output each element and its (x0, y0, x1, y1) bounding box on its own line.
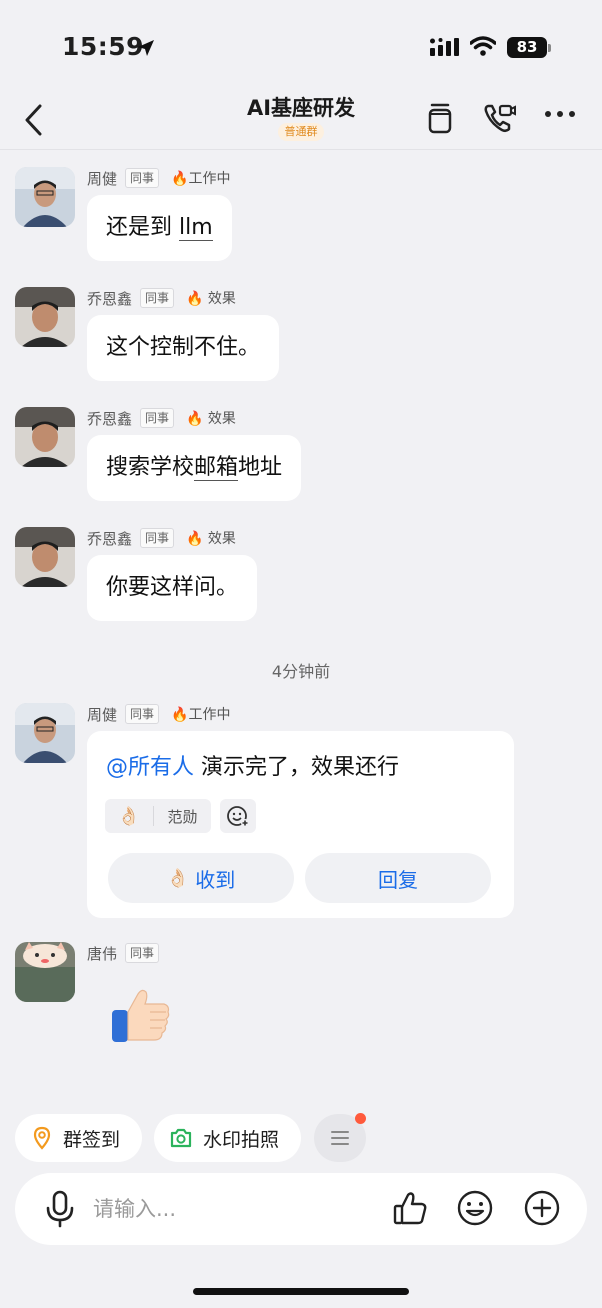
emoji-icon[interactable] (456, 1189, 494, 1227)
colleague-tag: 同事 (140, 408, 175, 428)
more-menu-icon[interactable] (544, 110, 576, 118)
status-time: 15:59 (62, 32, 145, 61)
notification-dot (355, 1113, 366, 1124)
message-text: 搜索学校 (106, 455, 195, 480)
avatar[interactable] (15, 703, 75, 763)
stacked-docs-icon[interactable] (426, 100, 454, 136)
colleague-tag: 同事 (125, 704, 160, 724)
status-bar: 15:59 83 (0, 0, 602, 92)
battery-indicator: 83 (507, 37, 547, 58)
location-arrow-icon (138, 40, 154, 56)
status-label: 🔥 效果 (186, 531, 236, 547)
add-reaction-button[interactable] (220, 799, 256, 833)
ok-hand-icon: 👌🏻 (117, 805, 141, 827)
mention-all[interactable]: @所有人 (106, 755, 194, 780)
sender-info: 周健 同事 🔥工作中 (87, 167, 230, 189)
avatar[interactable] (15, 942, 75, 1002)
card-text: @所有人 演示完了，效果还行 (106, 749, 399, 781)
message-link[interactable]: llm (179, 215, 213, 241)
chat-header: AI基座研发 普通群 (0, 92, 602, 150)
sender-info: 乔恩鑫 同事 🔥 效果 (87, 407, 236, 429)
message-text-after: 地址 (238, 455, 283, 480)
reaction-chip[interactable]: 👌🏻 范勋 (105, 799, 211, 833)
message-item: 乔恩鑫 同事 🔥 效果 你要这样问。 (0, 527, 602, 627)
avatar[interactable] (15, 407, 75, 467)
message-input-bar: 请输入... (15, 1173, 587, 1245)
sender-info: 唐伟 同事 (87, 942, 160, 964)
message-bubble[interactable]: 这个控制不住。 (87, 315, 280, 381)
avatar[interactable] (15, 527, 75, 587)
sender-name[interactable]: 周健 (87, 704, 117, 725)
status-label: 🔥工作中 (171, 171, 231, 187)
plus-circle-icon[interactable] (523, 1189, 561, 1227)
call-video-icon[interactable] (482, 100, 518, 136)
sender-name[interactable]: 唐伟 (87, 943, 117, 964)
status-label: 🔥 效果 (186, 291, 236, 307)
location-pin-icon (33, 1126, 51, 1150)
microphone-icon[interactable] (43, 1190, 77, 1228)
card-body: 演示完了，效果还行 (194, 755, 400, 780)
message-text: 这个控制不住。 (106, 335, 261, 360)
watermark-photo-label: 水印拍照 (203, 1128, 280, 1151)
time-divider: 4分钟前 (271, 662, 331, 681)
message-text: 你要这样问。 (106, 575, 239, 600)
announcement-card[interactable]: @所有人 演示完了，效果还行 👌🏻 范勋 👌🏻 收到 回复 (87, 731, 514, 918)
list-menu-icon (331, 1131, 349, 1145)
message-text: 还是到 (106, 215, 179, 240)
status-label: 🔥 效果 (186, 411, 236, 427)
message-item: 周健 同事 🔥工作中 @所有人 演示完了，效果还行 👌🏻 范勋 👌🏻 收到 回复 (0, 703, 602, 918)
received-label: 收到 (195, 867, 236, 892)
message-link[interactable]: 邮箱 (194, 455, 239, 481)
wifi-icon (470, 36, 496, 56)
sender-info: 乔恩鑫 同事 🔥 效果 (87, 287, 236, 309)
sender-name[interactable]: 乔恩鑫 (87, 408, 132, 429)
status-label: 🔥工作中 (171, 707, 231, 723)
sender-name[interactable]: 周健 (87, 168, 117, 189)
colleague-tag: 同事 (140, 528, 175, 548)
colleague-tag: 同事 (125, 943, 160, 963)
battery-cap (548, 44, 551, 52)
watermark-photo-button[interactable]: 水印拍照 (154, 1114, 301, 1162)
quick-actions-bar: 群签到 水印拍照 (0, 1113, 602, 1162)
cellular-signal-icon (430, 38, 459, 56)
sender-info: 周健 同事 🔥工作中 (87, 703, 230, 725)
group-checkin-button[interactable]: 群签到 (15, 1114, 142, 1162)
sender-info: 乔恩鑫 同事 🔥 效果 (87, 527, 236, 549)
received-button[interactable]: 👌🏻 收到 (108, 853, 294, 903)
camera-icon (170, 1128, 192, 1148)
avatar[interactable] (15, 287, 75, 347)
message-bubble[interactable]: 还是到 llm (87, 195, 232, 261)
message-bubble[interactable]: 你要这样问。 (87, 555, 258, 621)
thumbs-up-sticker-icon[interactable] (110, 984, 174, 1048)
sender-name[interactable]: 乔恩鑫 (87, 528, 132, 549)
ok-hand-icon: 👌🏻 (166, 867, 190, 889)
reply-button[interactable]: 回复 (305, 853, 491, 903)
message-input[interactable]: 请输入... (93, 1173, 176, 1245)
group-type-badge: 普通群 (278, 123, 324, 141)
sender-name[interactable]: 乔恩鑫 (87, 288, 132, 309)
avatar[interactable] (15, 167, 75, 227)
reaction-user: 范勋 (167, 807, 198, 826)
message-bubble[interactable]: 搜索学校邮箱地址 (87, 435, 302, 501)
message-item: 周健 同事 🔥工作中 还是到 llm (0, 167, 602, 267)
message-item: 唐伟 同事 (0, 942, 602, 1062)
like-icon[interactable] (392, 1191, 428, 1227)
emoji-add-icon (227, 806, 249, 827)
home-indicator (193, 1288, 409, 1295)
colleague-tag: 同事 (140, 288, 175, 308)
message-item: 乔恩鑫 同事 🔥 效果 搜索学校邮箱地址 (0, 407, 602, 507)
reply-label: 回复 (378, 867, 418, 892)
message-item: 乔恩鑫 同事 🔥 效果 这个控制不住。 (0, 287, 602, 387)
group-checkin-label: 群签到 (63, 1128, 121, 1151)
colleague-tag: 同事 (125, 168, 160, 188)
